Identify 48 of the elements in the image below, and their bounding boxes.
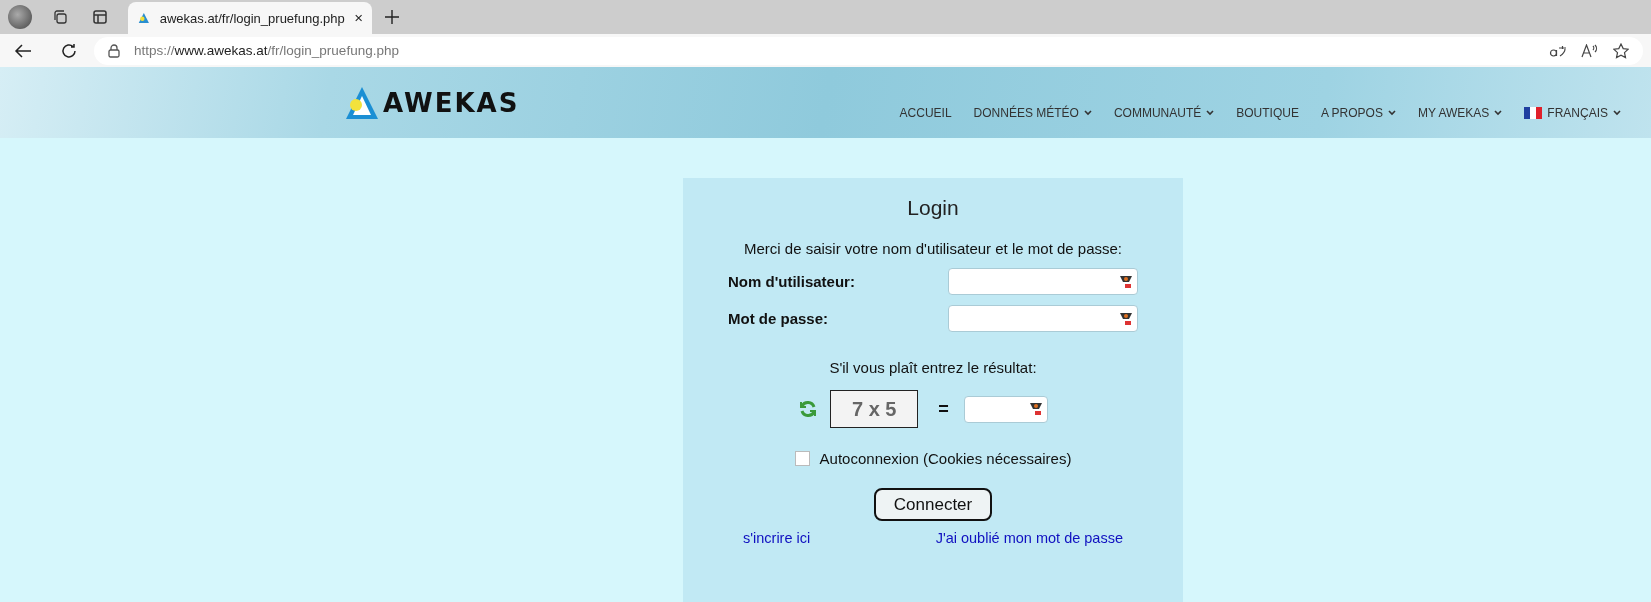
instruction-text: Merci de saisir votre nom d'utilisateur et le mot de passe: [744, 240, 1122, 257]
input-field[interactable] [948, 268, 1138, 295]
chevron-down-icon [1387, 109, 1396, 116]
extension-icon[interactable] [1028, 402, 1043, 416]
sidebar-icon[interactable] [92, 9, 108, 25]
chevron-down-icon [1083, 109, 1092, 116]
nav-menu[interactable]: COMMUNAUTÉ [1113, 105, 1215, 120]
input-field[interactable] [948, 305, 1138, 332]
favorite-star-icon[interactable] [1613, 42, 1629, 59]
collections-icon[interactable] [52, 9, 68, 25]
captcha-image: 7 x 5 [830, 390, 919, 428]
lock-icon [108, 43, 120, 58]
checkbox[interactable] [794, 451, 810, 466]
connect-button[interactable]: Connecter [874, 488, 992, 521]
text-link[interactable]: s'incrire ici [743, 530, 811, 546]
flag-icon [1524, 106, 1543, 119]
chevron-down-icon [1613, 109, 1621, 116]
logo-triangle-icon [345, 85, 379, 120]
language-menu[interactable]: FRANÇAIS [1524, 105, 1621, 120]
nav-menu[interactable]: A PROPOS [1320, 105, 1396, 120]
address-bar[interactable]: https://www.awekas.at/fr/login_pruefung.php [94, 36, 1643, 65]
chevron-down-icon [1206, 109, 1215, 116]
profile-avatar[interactable] [8, 5, 32, 29]
read-aloud-icon[interactable] [1581, 43, 1599, 58]
captcha-prompt: S'il vous plaît entrez le résultat: [829, 359, 1037, 376]
refresh-icon[interactable] [61, 42, 77, 59]
nav-link[interactable]: BOUTIQUE [1236, 105, 1299, 120]
extension-icon[interactable] [1119, 274, 1133, 289]
nav-link[interactable]: ACCUEIL [899, 105, 952, 120]
nav-menu[interactable]: MY AWEKAS [1417, 105, 1503, 120]
field-label: Mot de passe: [728, 310, 829, 327]
answer-field[interactable] [963, 395, 1048, 423]
back-arrow-icon[interactable] [14, 42, 32, 59]
nav-menu[interactable]: DONNÉES MÉTÉO [973, 105, 1092, 120]
text-link[interactable]: J'ai oublié mon mot de passe [935, 530, 1123, 546]
extension-icon[interactable] [1119, 311, 1133, 326]
translate-icon[interactable] [1549, 43, 1567, 58]
tab-title: awekas.at/fr/login_pruefung.php [159, 10, 345, 26]
new-tab-icon[interactable] [385, 10, 399, 24]
chevron-down-icon [1494, 109, 1503, 116]
field-label: Nom d'utilisateur: [728, 273, 855, 290]
close-icon[interactable] [354, 13, 362, 23]
checkbox-label: Autoconnexion (Cookies nécessaires) [819, 450, 1072, 467]
login-title: Login [907, 196, 959, 220]
url-text: https://www.awekas.at/fr/login_pruefung.php [134, 43, 400, 58]
equals-sign: = [938, 398, 949, 420]
browser-tab[interactable]: awekas.at/fr/login_pruefung.php [128, 2, 372, 34]
logo-text: AWEKAS [383, 87, 520, 118]
